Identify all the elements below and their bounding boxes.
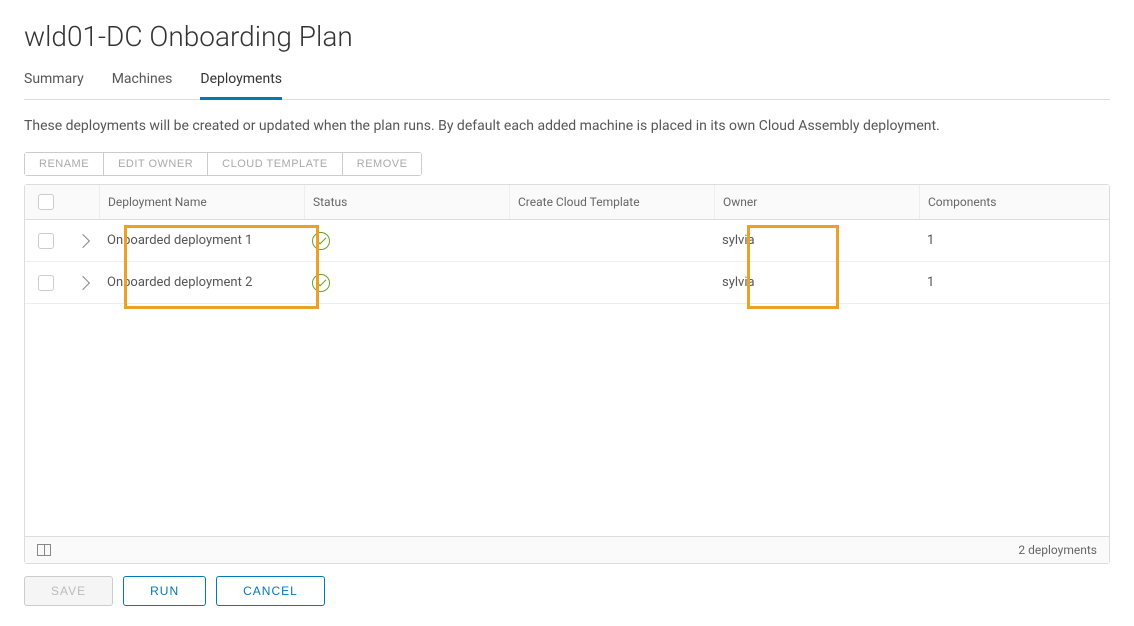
cell-deployment-name: Onboarded deployment 1 [99,223,304,258]
footer-count: 2 deployments [1018,543,1097,557]
cancel-button[interactable]: CANCEL [216,576,325,606]
deployments-table: Deployment Name Status Create Cloud Temp… [24,184,1110,564]
table-footer: 2 deployments [25,536,1109,563]
cloud-template-button[interactable]: CLOUD TEMPLATE [208,153,343,175]
chevron-right-icon[interactable] [76,275,90,289]
header-owner[interactable]: Owner [714,185,919,219]
tab-machines[interactable]: Machines [112,65,173,100]
page-title: wld01-DC Onboarding Plan [24,20,1110,53]
cell-owner: sylvia [714,223,919,258]
remove-button[interactable]: REMOVE [343,153,422,175]
select-all-checkbox[interactable] [38,194,54,210]
cell-owner: sylvia [714,265,919,300]
cell-components: 1 [919,223,1109,258]
header-status[interactable]: Status [304,185,509,219]
table-body: Onboarded deployment 1 sylvia 1 Onboarde… [25,220,1109,536]
header-deployment-name[interactable]: Deployment Name [99,185,304,219]
row-checkbox[interactable] [38,275,54,291]
tabs: Summary Machines Deployments [24,65,1110,100]
cell-deployment-name: Onboarded deployment 2 [99,265,304,300]
run-button[interactable]: RUN [123,576,206,606]
header-components[interactable]: Components [919,185,1109,219]
cell-template [509,231,714,251]
row-checkbox[interactable] [38,233,54,249]
description-text: These deployments will be created or upd… [24,118,1110,134]
rename-button[interactable]: RENAME [25,153,104,175]
toolbar: RENAME EDIT OWNER CLOUD TEMPLATE REMOVE [24,152,422,176]
table-row[interactable]: Onboarded deployment 2 sylvia 1 [25,262,1109,304]
edit-owner-button[interactable]: EDIT OWNER [104,153,208,175]
cell-template [509,273,714,293]
footer-actions: SAVE RUN CANCEL [24,576,1110,606]
tab-deployments[interactable]: Deployments [200,65,282,100]
check-circle-icon [312,232,330,250]
save-button[interactable]: SAVE [24,576,113,606]
check-circle-icon [312,274,330,292]
tab-summary[interactable]: Summary [24,65,84,100]
table-row[interactable]: Onboarded deployment 1 sylvia 1 [25,220,1109,262]
table-header: Deployment Name Status Create Cloud Temp… [25,185,1109,220]
header-create-cloud-template[interactable]: Create Cloud Template [509,185,714,219]
columns-icon[interactable] [37,544,51,556]
chevron-right-icon[interactable] [76,233,90,247]
cell-components: 1 [919,265,1109,300]
